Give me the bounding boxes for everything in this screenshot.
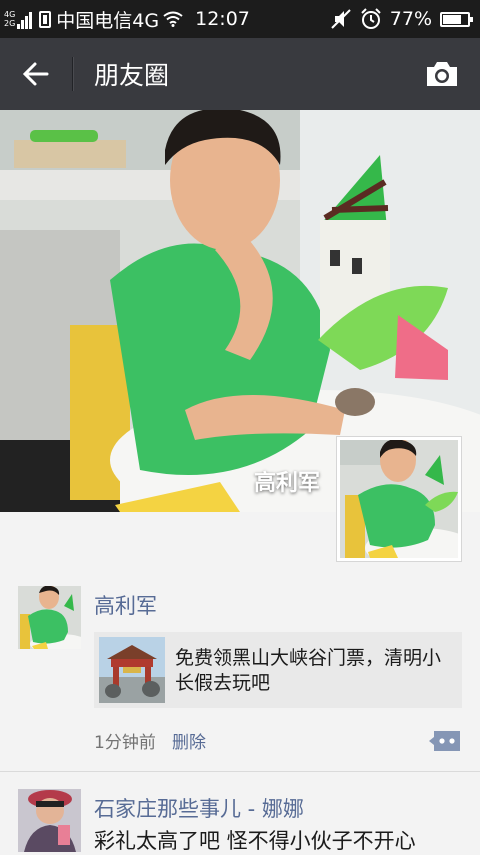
nav-divider — [72, 57, 74, 91]
post-avatar[interactable] — [18, 789, 81, 852]
battery-level — [443, 14, 461, 24]
status-bar: 4G 2G 中国电信4G 12:07 77% — [0, 0, 480, 38]
back-arrow-icon — [22, 62, 49, 86]
comment-button[interactable] — [428, 729, 462, 753]
post-avatar-image — [18, 789, 81, 852]
status-right: 77% — [330, 8, 480, 30]
signal-strength-icon — [17, 9, 33, 29]
camera-button[interactable] — [404, 38, 480, 110]
clock: 12:07 — [195, 8, 250, 30]
post-avatar[interactable] — [18, 586, 81, 649]
camera-icon — [427, 62, 457, 86]
status-left: 4G 2G 中国电信4G 12:07 — [0, 6, 250, 33]
sim-card-icon — [39, 10, 52, 28]
nav-bar: 朋友圈 — [0, 38, 480, 110]
more-actions-icon — [429, 731, 460, 751]
back-button[interactable] — [0, 38, 72, 110]
shared-link-title: 免费领黑山大峡谷门票，清明小长假去玩吧 — [175, 647, 442, 694]
post-avatar-image — [18, 586, 81, 649]
shared-link-card[interactable]: 免费领黑山大峡谷门票，清明小长假去玩吧 — [94, 632, 462, 708]
post-divider — [0, 771, 480, 772]
carrier-name: 中国电信4G — [56, 9, 160, 32]
post-author[interactable]: 石家庄那些事儿 - 娜娜 — [94, 793, 304, 823]
post-text: 彩礼太高了吧 怪不得小伙子不开心 — [94, 829, 416, 853]
network-type-top: 4G — [4, 10, 16, 19]
avatar-image — [340, 438, 475, 568]
shared-link-thumbnail — [99, 637, 165, 703]
post-author[interactable]: 高利军 — [94, 590, 157, 620]
thumbnail-image — [99, 637, 165, 703]
post-time: 1分钟前 — [94, 733, 156, 753]
alarm-icon — [361, 8, 381, 29]
page-title: 朋友圈 — [94, 61, 170, 90]
profile-avatar[interactable] — [336, 436, 475, 568]
battery-percent: 77% — [389, 8, 432, 30]
cover-user-name: 高利军 — [253, 471, 320, 496]
network-type: 4G 2G — [4, 10, 15, 28]
network-type-bottom: 2G — [4, 19, 16, 28]
wifi-icon — [163, 11, 183, 27]
mute-icon — [331, 9, 351, 29]
delete-button[interactable]: 删除 — [172, 728, 206, 753]
battery-icon — [440, 11, 473, 27]
